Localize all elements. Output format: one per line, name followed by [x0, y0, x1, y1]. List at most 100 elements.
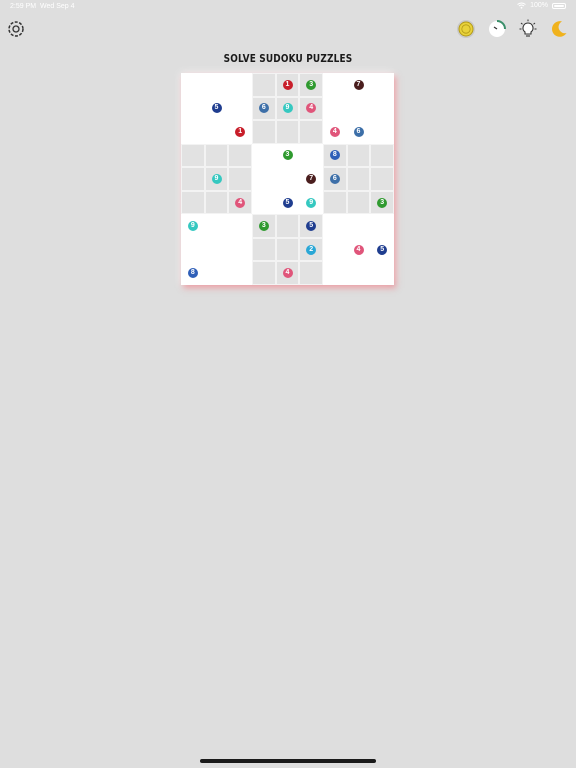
sudoku-cell[interactable] [323, 261, 347, 285]
sudoku-cell[interactable] [181, 96, 205, 121]
sudoku-cell[interactable] [323, 96, 347, 121]
cell-digit: 4 [235, 197, 246, 208]
sudoku-cell[interactable] [323, 73, 347, 97]
cell-digit: 4 [329, 126, 340, 137]
sudoku-cell[interactable] [275, 214, 300, 238]
sudoku-cell[interactable] [299, 120, 324, 144]
cell-digit: 6 [329, 173, 340, 184]
coin-icon [457, 20, 475, 38]
sudoku-cell[interactable] [228, 96, 253, 121]
sudoku-cell[interactable]: 8 [181, 261, 205, 285]
sudoku-cell[interactable] [346, 96, 371, 121]
timer-button[interactable] [486, 18, 508, 40]
sudoku-cell[interactable] [228, 214, 253, 238]
sudoku-cell[interactable] [228, 261, 253, 285]
sudoku-cell[interactable]: 7 [346, 73, 371, 97]
sudoku-cell[interactable] [370, 261, 395, 285]
sudoku-cell[interactable] [323, 190, 347, 215]
hint-lightbulb-icon [519, 19, 537, 37]
home-indicator[interactable] [200, 759, 376, 763]
sudoku-cell[interactable] [323, 237, 347, 262]
sudoku-cell[interactable] [228, 237, 253, 262]
sudoku-cell[interactable]: 1 [275, 73, 300, 97]
sudoku-cell[interactable] [346, 143, 371, 168]
sudoku-cell[interactable] [181, 120, 205, 144]
hint-button[interactable] [517, 18, 539, 40]
sudoku-cell[interactable] [370, 96, 395, 121]
sudoku-cell[interactable]: 7 [299, 167, 324, 191]
sudoku-cell[interactable] [346, 190, 371, 215]
sudoku-cell[interactable] [323, 214, 347, 238]
cell-digit: 3 [306, 79, 317, 90]
sudoku-cell[interactable] [181, 143, 205, 168]
cell-digit: 5 [377, 244, 388, 255]
sudoku-cell[interactable]: 6 [252, 96, 276, 121]
sudoku-cell[interactable] [181, 73, 205, 97]
cell-digit: 2 [306, 244, 317, 255]
cell-digit: 3 [282, 150, 293, 161]
settings-button[interactable] [5, 18, 27, 40]
sudoku-cell[interactable] [204, 190, 229, 215]
sudoku-cell[interactable]: 4 [228, 190, 253, 215]
sudoku-cell[interactable]: 9 [204, 167, 229, 191]
sudoku-cell[interactable] [299, 143, 324, 168]
sudoku-cell[interactable] [204, 237, 229, 262]
sudoku-cell[interactable] [252, 237, 276, 262]
sudoku-cell[interactable] [181, 237, 205, 262]
sudoku-cell[interactable] [228, 143, 253, 168]
sudoku-cell[interactable]: 1 [228, 120, 253, 144]
sudoku-cell[interactable]: 9 [299, 190, 324, 215]
sudoku-cell[interactable]: 3 [299, 73, 324, 97]
sudoku-cell[interactable]: 5 [299, 214, 324, 238]
sudoku-cell[interactable] [204, 73, 229, 97]
cell-digit: 4 [306, 103, 317, 114]
sudoku-cell[interactable] [204, 143, 229, 168]
sudoku-cell[interactable] [370, 73, 395, 97]
sudoku-cell[interactable] [204, 120, 229, 144]
sudoku-cell[interactable] [252, 143, 276, 168]
sudoku-cell[interactable]: 3 [252, 214, 276, 238]
sudoku-cell[interactable] [252, 73, 276, 97]
sudoku-cell[interactable] [228, 167, 253, 191]
sudoku-cell[interactable]: 4 [275, 261, 300, 285]
sudoku-cell[interactable] [252, 261, 276, 285]
sudoku-cell[interactable] [370, 120, 395, 144]
sudoku-cell[interactable] [275, 120, 300, 144]
sudoku-cell[interactable] [252, 120, 276, 144]
sudoku-cell[interactable]: 8 [323, 143, 347, 168]
sudoku-cell[interactable] [252, 190, 276, 215]
sudoku-cell[interactable] [204, 261, 229, 285]
sudoku-cell[interactable] [370, 214, 395, 238]
sudoku-cell[interactable]: 4 [323, 120, 347, 144]
sudoku-cell[interactable] [346, 261, 371, 285]
sudoku-cell[interactable] [346, 214, 371, 238]
sudoku-cell[interactable]: 5 [275, 190, 300, 215]
sudoku-cell[interactable]: 9 [181, 214, 205, 238]
coins-button[interactable] [455, 18, 477, 40]
sudoku-cell[interactable]: 6 [323, 167, 347, 191]
sudoku-cell[interactable]: 9 [275, 96, 300, 121]
sudoku-cell[interactable] [204, 214, 229, 238]
sudoku-cell[interactable] [181, 167, 205, 191]
sudoku-cell[interactable] [228, 73, 253, 97]
sudoku-cell[interactable]: 5 [370, 237, 395, 262]
sudoku-cell[interactable] [252, 167, 276, 191]
sudoku-cell[interactable]: 2 [299, 237, 324, 262]
sudoku-cell[interactable]: 5 [204, 96, 229, 121]
sudoku-cell[interactable]: 3 [370, 190, 395, 215]
cell-digit: 9 [282, 103, 293, 114]
sudoku-cell[interactable]: 4 [299, 96, 324, 121]
sudoku-cell[interactable]: 3 [275, 143, 300, 168]
sudoku-cell[interactable] [346, 167, 371, 191]
sudoku-cell[interactable]: 4 [346, 237, 371, 262]
sudoku-cell[interactable] [275, 167, 300, 191]
sudoku-cell[interactable] [370, 167, 395, 191]
sudoku-cell[interactable] [299, 261, 324, 285]
cell-digit: 5 [306, 221, 317, 232]
sudoku-cell[interactable]: 6 [346, 120, 371, 144]
sudoku-cell[interactable] [370, 143, 395, 168]
cell-digit: 4 [282, 268, 293, 279]
dark-mode-button[interactable] [548, 18, 570, 40]
sudoku-cell[interactable] [275, 237, 300, 262]
sudoku-cell[interactable] [181, 190, 205, 215]
